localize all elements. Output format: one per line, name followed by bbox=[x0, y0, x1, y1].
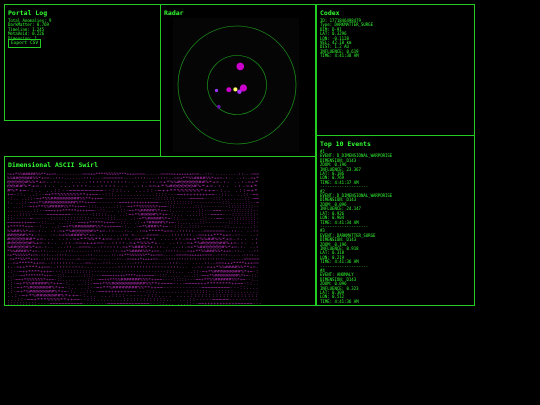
radar-blip[interactable] bbox=[239, 84, 248, 92]
radar-blip[interactable] bbox=[236, 62, 245, 71]
codex-details: ID: 1771846498479 Type: DARKMATTER_SURGE D… bbox=[320, 18, 474, 59]
portal-log-panel: Portal Log Total Anomalies: 9 DarkMatter… bbox=[4, 4, 161, 121]
top-events-list: #1 EVENT: D_DIMENSIONAL_WARPORISE DIMENSIO… bbox=[320, 149, 474, 306]
radar-display[interactable] bbox=[161, 17, 315, 157]
radar-panel: Radar bbox=[160, 4, 316, 157]
radar-blip[interactable] bbox=[226, 87, 232, 93]
top-events-title: Top 10 Events bbox=[320, 140, 371, 148]
radar-title: Radar bbox=[164, 9, 184, 17]
event-entry[interactable]: #4 EVENT: ANOMALY DIMENSION: D143 ZOOM: 0.0… bbox=[320, 268, 474, 306]
radar-background bbox=[173, 18, 299, 152]
ascii-swirl-canvas: =++*%%#####%%**++==----------===++****%%… bbox=[7, 172, 262, 305]
portal-stats: Total Anomalies: 9 DarkMatter: 0.769 Tim… bbox=[8, 18, 160, 41]
codex-line: TIME: 4:41:38 AM bbox=[320, 53, 359, 59]
radar-blip[interactable] bbox=[216, 104, 221, 109]
top-events-panel: Top 10 Events #1 EVENT: D_DIMENSIONAL_WAR… bbox=[316, 135, 475, 306]
ascii-swirl-panel: Dimensional ASCII Swirl =++*%%#####%%**+… bbox=[4, 156, 316, 306]
export-csv-button[interactable]: Export CSV bbox=[8, 39, 42, 48]
event-entry[interactable]: #1 EVENT: D_DIMENSIONAL_WARPORISE DIMENSIO… bbox=[320, 149, 474, 190]
event-line: -------------------- bbox=[320, 303, 369, 306]
ascii-swirl-text: =++*%%#####%%**++==----------===++****%%… bbox=[7, 172, 262, 305]
codex-panel: Codex ID: 1771846498479 Type: DARKMATTER_… bbox=[316, 4, 475, 136]
ascii-swirl-title: Dimensional ASCII Swirl bbox=[8, 161, 99, 169]
portal-log-title: Portal Log bbox=[8, 9, 48, 17]
radar-blip[interactable] bbox=[233, 87, 238, 92]
radar-blip[interactable] bbox=[214, 88, 219, 93]
event-entry[interactable]: #2 EVENT: D_DIMENSIONAL_WARPORISE DIMENSIO… bbox=[320, 189, 474, 230]
codex-title: Codex bbox=[320, 9, 340, 17]
event-entry[interactable]: #3 EVENT: DARKMATTER_SURGE DIMENSION: D143… bbox=[320, 228, 474, 269]
